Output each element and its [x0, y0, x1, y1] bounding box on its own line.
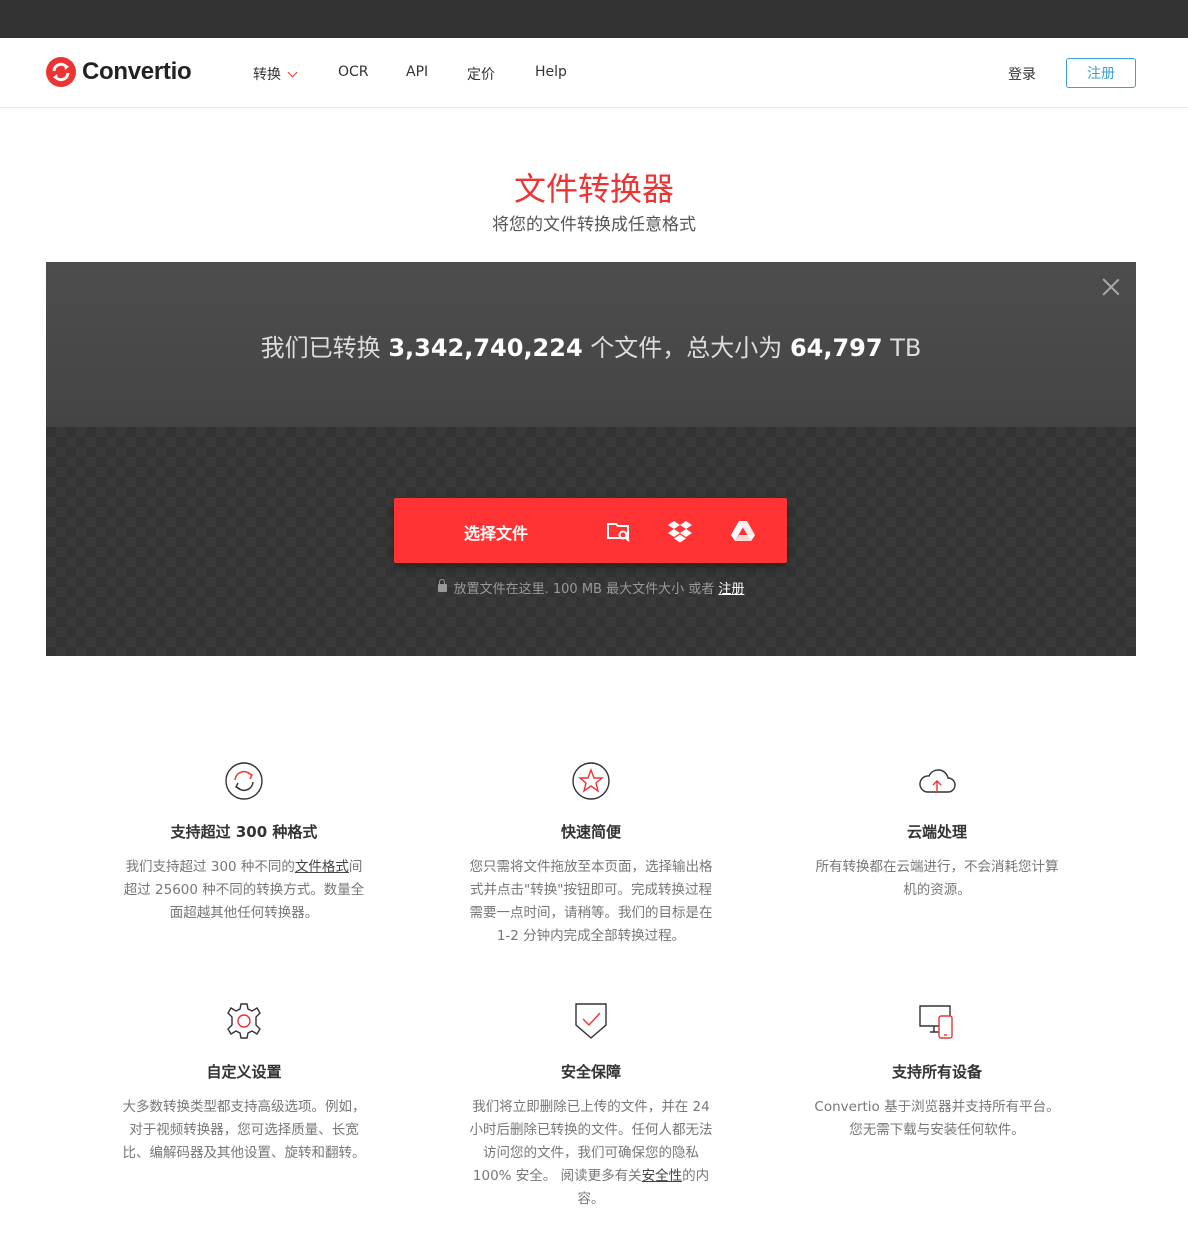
feature-text: Convertio 基于浏览器并支持所有平台。您无需下载与安装任何软件。 — [814, 1099, 1060, 1138]
site-header: Convertio 转换 OCR API 定价 Help 登录 注册 — [0, 38, 1188, 108]
stats-prefix: 我们已转换 — [260, 334, 381, 362]
feature-text: 大多数转换类型都支持高级选项。例如，对于视频转换器，您可选择质量、长宽比、编解码… — [122, 1099, 366, 1161]
dropbox-icon[interactable] — [667, 518, 693, 544]
drop-zone[interactable]: 选择文件 放置文件在这里. 100 MB 最大文件大小 或者 注册 — [46, 427, 1136, 656]
nav-convert-label: 转换 — [253, 67, 281, 83]
signup-button[interactable]: 注册 — [1066, 58, 1136, 88]
folder-search-icon[interactable] — [606, 518, 632, 544]
nav-pricing[interactable]: 定价 — [467, 64, 495, 84]
refresh-icon — [225, 762, 263, 800]
security-link[interactable]: 安全性 — [642, 1168, 683, 1184]
browser-top-bar — [0, 0, 1188, 38]
choose-files-label: 选择文件 — [464, 524, 529, 543]
feature-formats: 支持超过 300 种格式 我们支持超过 300 种不同的文件格式间超过 2560… — [119, 761, 369, 925]
total-size: 64,797 — [789, 334, 883, 362]
files-count: 3,342,740,224 — [388, 334, 583, 362]
gear-icon — [227, 1003, 261, 1039]
page-subtitle: 将您的文件转换成任意格式 — [492, 215, 696, 235]
drop-note-signup-link[interactable]: 注册 — [718, 582, 744, 597]
nav-help[interactable]: Help — [535, 64, 567, 80]
logo-text: Convertio — [82, 58, 192, 85]
feature-text: 我们支持超过 300 种不同的文件格式间超过 25600 种不同的转换方式。数量… — [119, 856, 369, 925]
feature-title: 快速简便 — [560, 823, 621, 841]
feature-cloud: 云端处理 所有转换都在云端进行，不会消耗您计算机的资源。 — [812, 761, 1062, 902]
conversion-stats: 我们已转换 3,342,740,224 个文件，总大小为 64,797 TB — [46, 328, 1136, 363]
devices-icon — [919, 1005, 953, 1039]
star-icon — [572, 762, 610, 800]
login-link[interactable]: 登录 — [1008, 64, 1036, 84]
feature-security: 安全保障 我们将立即删除已上传的文件，并在 24 小时后删除已转换的文件。任何人… — [466, 1001, 716, 1211]
nav-api[interactable]: API — [406, 64, 428, 80]
stats-banner: 我们已转换 3,342,740,224 个文件，总大小为 64,797 TB — [46, 262, 1136, 427]
feature-title: 云端处理 — [906, 823, 967, 841]
shield-check-icon — [575, 1003, 607, 1039]
feature-text: 所有转换都在云端进行，不会消耗您计算机的资源。 — [815, 859, 1059, 898]
feature-fast: 快速简便 您只需将文件拖放至本页面，选择输出格式并点击"转换"按钮即可。完成转换… — [466, 761, 716, 948]
feature-text: 您只需将文件拖放至本页面，选择输出格式并点击"转换"按钮即可。完成转换过程需要一… — [469, 859, 713, 944]
upload-panel: 我们已转换 3,342,740,224 个文件，总大小为 64,797 TB 选… — [46, 262, 1136, 656]
chevron-down-icon — [287, 67, 298, 78]
cloud-upload-icon — [919, 769, 956, 793]
file-formats-link[interactable]: 文件格式 — [295, 859, 349, 875]
feature-title: 支持所有设备 — [891, 1063, 982, 1081]
feature-custom-settings: 自定义设置 大多数转换类型都支持高级选项。例如，对于视频转换器，您可选择质量、长… — [119, 1001, 369, 1165]
feature-title: 自定义设置 — [206, 1063, 282, 1081]
drop-note: 放置文件在这里. 100 MB 最大文件大小 或者 注册 — [46, 578, 1136, 597]
drop-note-text: 放置文件在这里. 100 MB 最大文件大小 或者 — [453, 582, 715, 597]
page-title: 文件转换器 — [513, 170, 674, 208]
google-drive-icon[interactable] — [730, 518, 756, 544]
feature-all-devices: 支持所有设备 Convertio 基于浏览器并支持所有平台。您无需下载与安装任何… — [812, 1001, 1062, 1142]
feature-text: 我们将立即删除已上传的文件，并在 24 小时后删除已转换的文件。任何人都无法访问… — [466, 1096, 716, 1211]
logo[interactable]: Convertio — [46, 57, 192, 87]
feature-title: 安全保障 — [560, 1063, 621, 1081]
feature-title: 支持超过 300 种格式 — [170, 823, 318, 841]
feature-text-before: 我们支持超过 300 种不同的 — [125, 859, 295, 875]
choose-files-button[interactable]: 选择文件 — [394, 498, 787, 563]
convertio-logo-icon — [46, 57, 76, 87]
stats-middle: 个文件，总大小为 — [590, 334, 783, 362]
close-icon[interactable] — [1102, 278, 1120, 296]
nav-convert[interactable]: 转换 — [253, 64, 298, 84]
nav-ocr[interactable]: OCR — [338, 64, 369, 80]
lock-icon — [437, 579, 447, 592]
size-unit: TB — [890, 334, 922, 362]
